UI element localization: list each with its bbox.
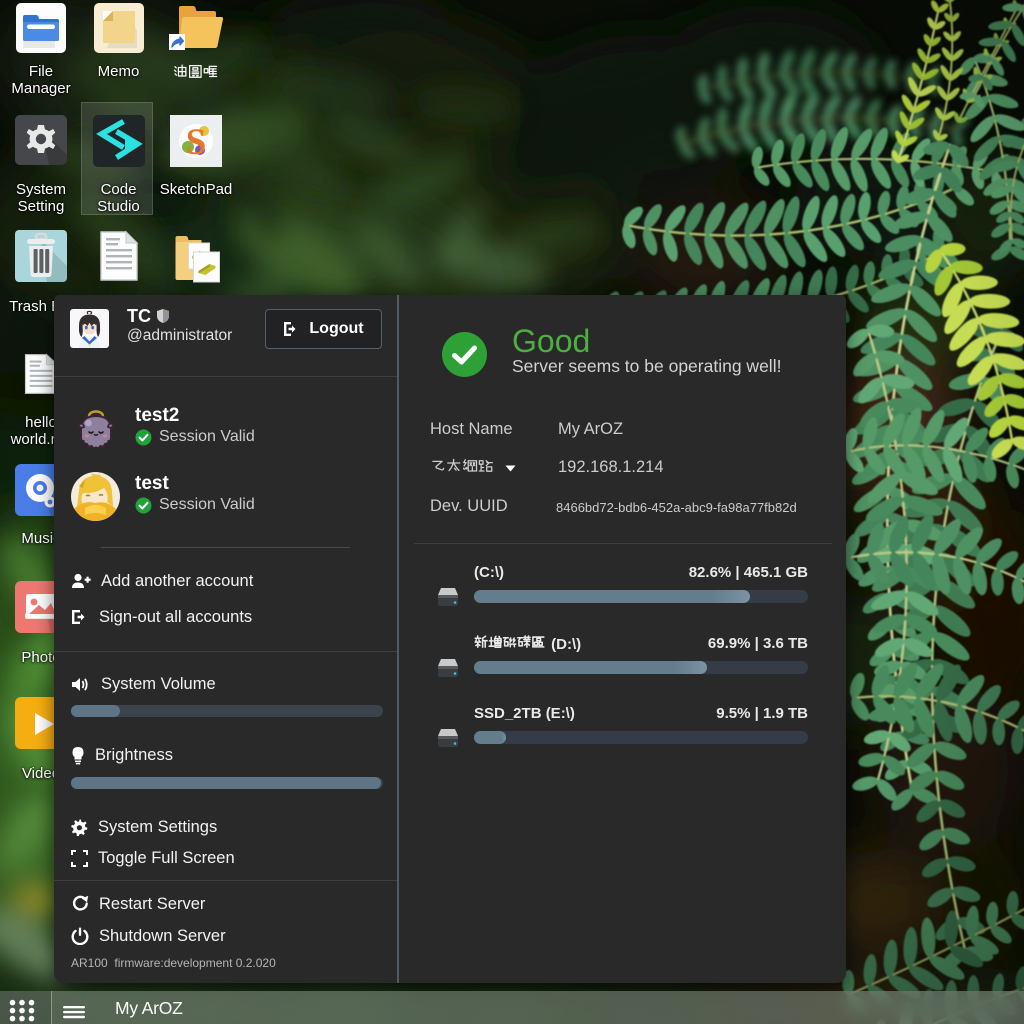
svg-text:S: S: [186, 122, 207, 163]
